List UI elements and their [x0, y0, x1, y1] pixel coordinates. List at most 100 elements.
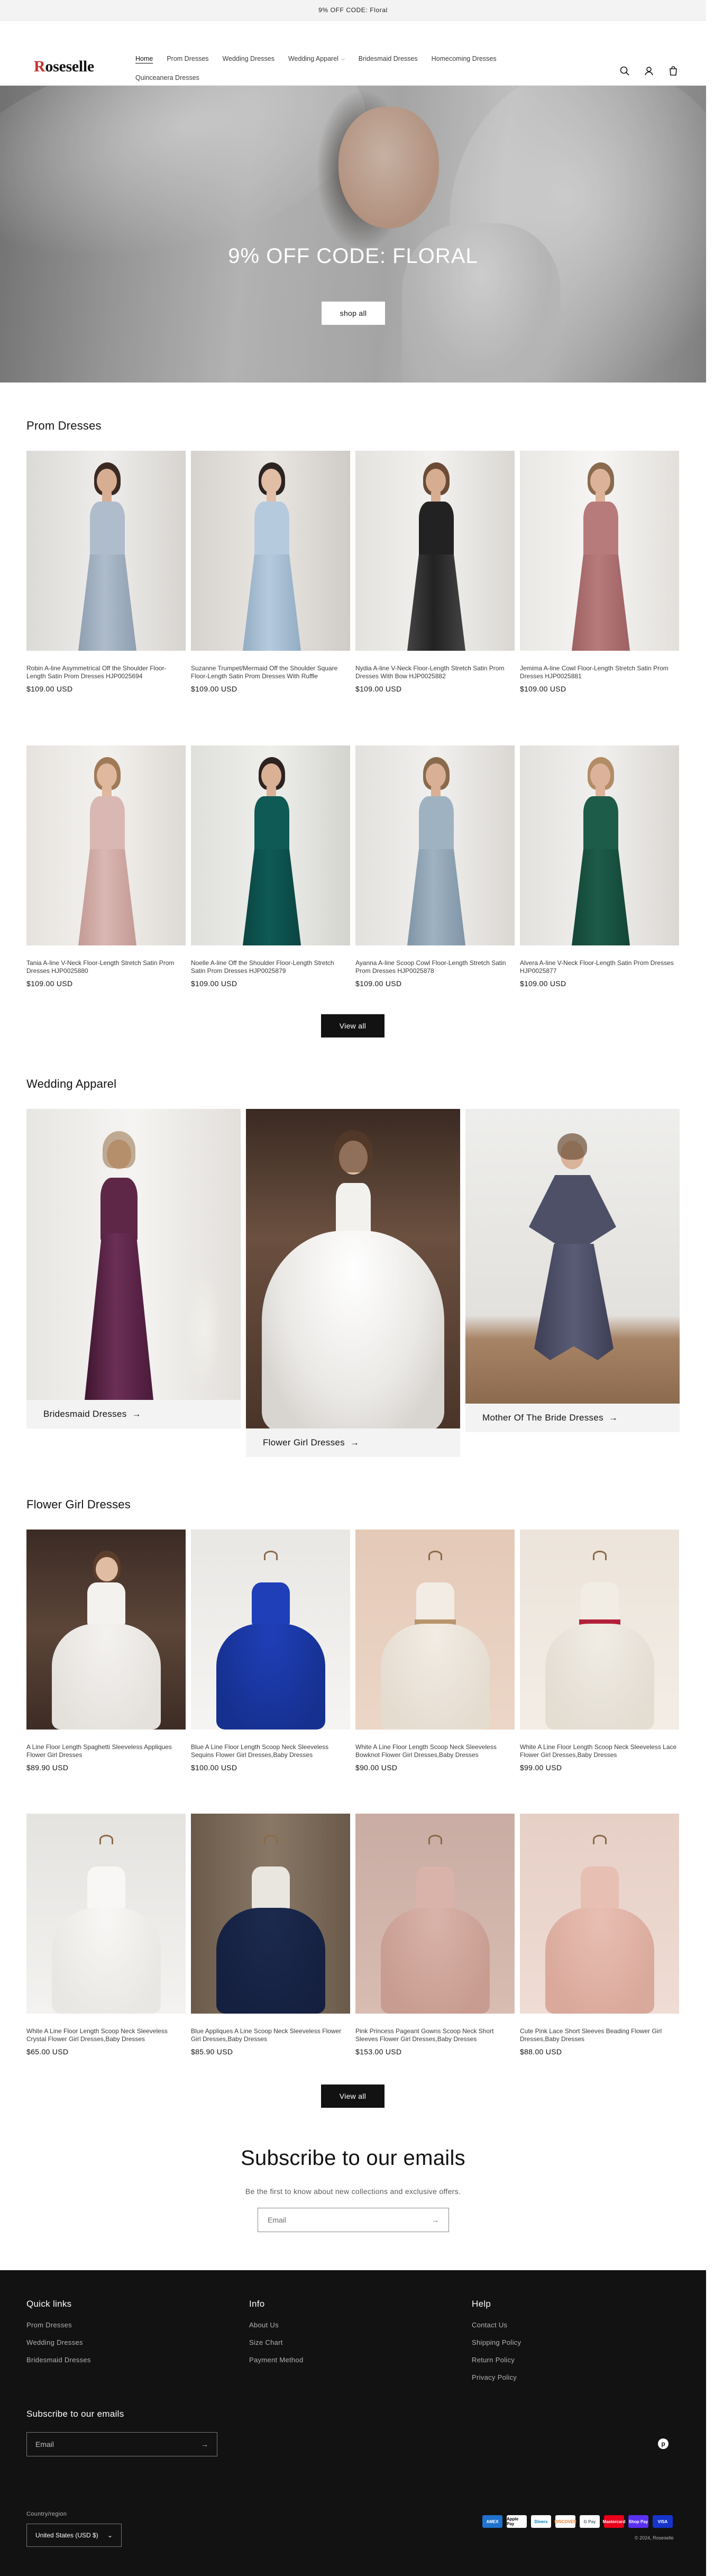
product-name[interactable]: Cute Pink Lace Short Sleeves Beading Flo… [520, 2027, 679, 2044]
collection-image [246, 1109, 460, 1428]
product-name[interactable]: White A Line Floor Length Scoop Neck Sle… [355, 1743, 515, 1760]
shop-all-button[interactable]: shop all [322, 302, 385, 325]
product-image [520, 1530, 679, 1730]
product-image [520, 745, 679, 945]
product-card[interactable]: White A Line Floor Length Scoop Neck Sle… [355, 1530, 515, 1772]
site-footer: Quick links Prom Dresses Wedding Dresses… [0, 2270, 706, 2576]
product-name[interactable]: Blue Appliques A Line Scoop Neck Sleevel… [191, 2027, 350, 2044]
product-price: $99.00 USD [520, 1763, 562, 1772]
nav-quinceanera-dresses[interactable]: Quinceanera Dresses [135, 74, 199, 82]
collection-card-mother-bride[interactable]: Mother Of The Bride Dresses → [465, 1109, 680, 1432]
pinterest-icon[interactable]: p [658, 2438, 669, 2449]
product-name[interactable]: Jemima A-line Cowl Floor-Length Stretch … [520, 665, 679, 681]
shop-pay-icon: Shop Pay [628, 2515, 648, 2528]
product-price: $109.00 USD [26, 685, 73, 693]
footer-link[interactable]: Payment Method [249, 2356, 303, 2364]
product-card[interactable]: Blue A Line Floor Length Scoop Neck Slee… [191, 1530, 350, 1772]
nav-prom-dresses[interactable]: Prom Dresses [167, 54, 208, 63]
arrow-right-icon[interactable]: → [432, 2216, 439, 2224]
product-image [26, 451, 186, 651]
product-name[interactable]: White A Line Floor Length Scoop Neck Sle… [26, 2027, 186, 2044]
nav-wedding-dresses[interactable]: Wedding Dresses [223, 54, 274, 63]
hero-banner: 9% OFF CODE: FLORAL shop all [0, 86, 706, 383]
product-card[interactable]: Jemima A-line Cowl Floor-Length Stretch … [520, 451, 679, 693]
account-icon[interactable] [644, 66, 654, 78]
flower-view-all-button[interactable]: View all [321, 2085, 385, 2108]
product-price: $89.90 USD [26, 1763, 69, 1772]
product-name[interactable]: Pink Princess Pageant Gowns Scoop Neck S… [355, 2027, 515, 2044]
prom-view-all-button[interactable]: View all [321, 1014, 385, 1037]
main-nav: Home Prom Dresses Wedding Dresses Weddin… [135, 54, 559, 82]
product-price: $109.00 USD [191, 685, 237, 693]
product-card[interactable]: Noelle A-line Off the Shoulder Floor-Len… [191, 745, 350, 988]
footer-link[interactable]: Prom Dresses [26, 2321, 91, 2329]
footer-link[interactable]: Size Chart [249, 2338, 303, 2346]
subscribe-title: Subscribe to our emails [241, 2146, 465, 2170]
arrow-right-icon[interactable]: → [201, 2440, 208, 2448]
footer-link[interactable]: About Us [249, 2321, 303, 2329]
collection-image [26, 1109, 241, 1400]
product-card[interactable]: White A Line Floor Length Scoop Neck Sle… [520, 1530, 679, 1772]
footer-link[interactable]: Privacy Policy [472, 2373, 521, 2381]
collection-card-bridesmaid[interactable]: Bridesmaid Dresses → [26, 1109, 241, 1428]
product-image [26, 745, 186, 945]
footer-link[interactable]: Bridesmaid Dresses [26, 2356, 91, 2364]
search-icon[interactable] [619, 66, 630, 78]
product-name[interactable]: Blue A Line Floor Length Scoop Neck Slee… [191, 1743, 350, 1760]
product-card[interactable]: Alvera A-line V-Neck Floor-Length Satin … [520, 745, 679, 988]
country-label: Country/region [26, 2511, 67, 2517]
arrow-right-icon: → [132, 1409, 141, 1419]
product-price: $153.00 USD [355, 2047, 402, 2056]
footer-link[interactable]: Contact Us [472, 2321, 521, 2329]
product-image [191, 1530, 350, 1730]
product-card[interactable]: Suzanne Trumpet/Mermaid Off the Shoulder… [191, 451, 350, 693]
product-card[interactable]: Ayanna A-line Scoop Cowl Floor-Length St… [355, 745, 515, 988]
announcement-bar: 9% OFF CODE: Floral [0, 0, 706, 21]
collection-label: Mother Of The Bride Dresses [482, 1413, 603, 1423]
product-card[interactable]: A Line Floor Length Spaghetti Sleeveless… [26, 1530, 186, 1772]
product-card[interactable]: Tania A-line V-Neck Floor-Length Stretch… [26, 745, 186, 988]
product-card[interactable]: Pink Princess Pageant Gowns Scoop Neck S… [355, 1814, 515, 2056]
product-card[interactable]: Cute Pink Lace Short Sleeves Beading Flo… [520, 1814, 679, 2056]
product-name[interactable]: White A Line Floor Length Scoop Neck Sle… [520, 1743, 679, 1760]
nav-bridesmaid-dresses[interactable]: Bridesmaid Dresses [359, 54, 418, 63]
footer-link[interactable]: Shipping Policy [472, 2338, 521, 2346]
product-image [191, 451, 350, 651]
product-price: $85.90 USD [191, 2047, 233, 2056]
footer-info: Info About Us Size Chart Payment Method [249, 2299, 304, 2364]
product-name[interactable]: Ayanna A-line Scoop Cowl Floor-Length St… [355, 959, 515, 976]
nav-home[interactable]: Home [135, 54, 153, 63]
country-selector[interactable]: United States (USD $) ⌄ [26, 2524, 122, 2547]
logo[interactable]: Roseselle [34, 58, 94, 76]
chevron-down-icon: ⌵ [341, 56, 345, 61]
arrow-right-icon: → [350, 1437, 360, 1448]
flower-section-title: Flower Girl Dresses [26, 1498, 131, 1511]
footer-link[interactable]: Wedding Dresses [26, 2338, 91, 2346]
nav-homecoming-dresses[interactable]: Homecoming Dresses [432, 54, 497, 63]
product-name[interactable]: A Line Floor Length Spaghetti Sleeveless… [26, 1743, 186, 1760]
product-name[interactable]: Suzanne Trumpet/Mermaid Off the Shoulder… [191, 665, 350, 681]
product-name[interactable]: Nydia A-line V-Neck Floor-Length Stretch… [355, 665, 515, 681]
product-name[interactable]: Alvera A-line V-Neck Floor-Length Satin … [520, 959, 679, 976]
product-name[interactable]: Robin A-line Asymmetrical Off the Should… [26, 665, 186, 681]
collection-label: Bridesmaid Dresses [43, 1409, 127, 1419]
hero-title: 9% OFF CODE: FLORAL [228, 244, 478, 268]
arrow-right-icon: → [608, 1413, 618, 1423]
product-price: $90.00 USD [355, 1763, 398, 1772]
product-name[interactable]: Noelle A-line Off the Shoulder Floor-Len… [191, 959, 350, 976]
mastercard-icon: Mastercard [603, 2515, 625, 2528]
subscribe-email-input[interactable]: Email → [258, 2208, 449, 2232]
product-name[interactable]: Tania A-line V-Neck Floor-Length Stretch… [26, 959, 186, 976]
product-card[interactable]: Nydia A-line V-Neck Floor-Length Stretch… [355, 451, 515, 693]
nav-wedding-apparel[interactable]: Wedding Apparel ⌵ [288, 54, 345, 63]
product-card[interactable]: Robin A-line Asymmetrical Off the Should… [26, 451, 186, 693]
collection-card-flower-girl[interactable]: Flower Girl Dresses → [246, 1109, 460, 1457]
footer-link[interactable]: Return Policy [472, 2356, 521, 2364]
product-card[interactable]: White A Line Floor Length Scoop Neck Sle… [26, 1814, 186, 2056]
product-card[interactable]: Blue Appliques A Line Scoop Neck Sleevel… [191, 1814, 350, 2056]
footer-email-input[interactable]: Email → [26, 2432, 217, 2456]
cart-icon[interactable] [668, 66, 679, 78]
announcement-text: 9% OFF CODE: Floral [318, 6, 388, 14]
page: 9% OFF CODE: Floral Roseselle Home Prom … [0, 0, 706, 2576]
prom-section-title: Prom Dresses [26, 419, 102, 432]
